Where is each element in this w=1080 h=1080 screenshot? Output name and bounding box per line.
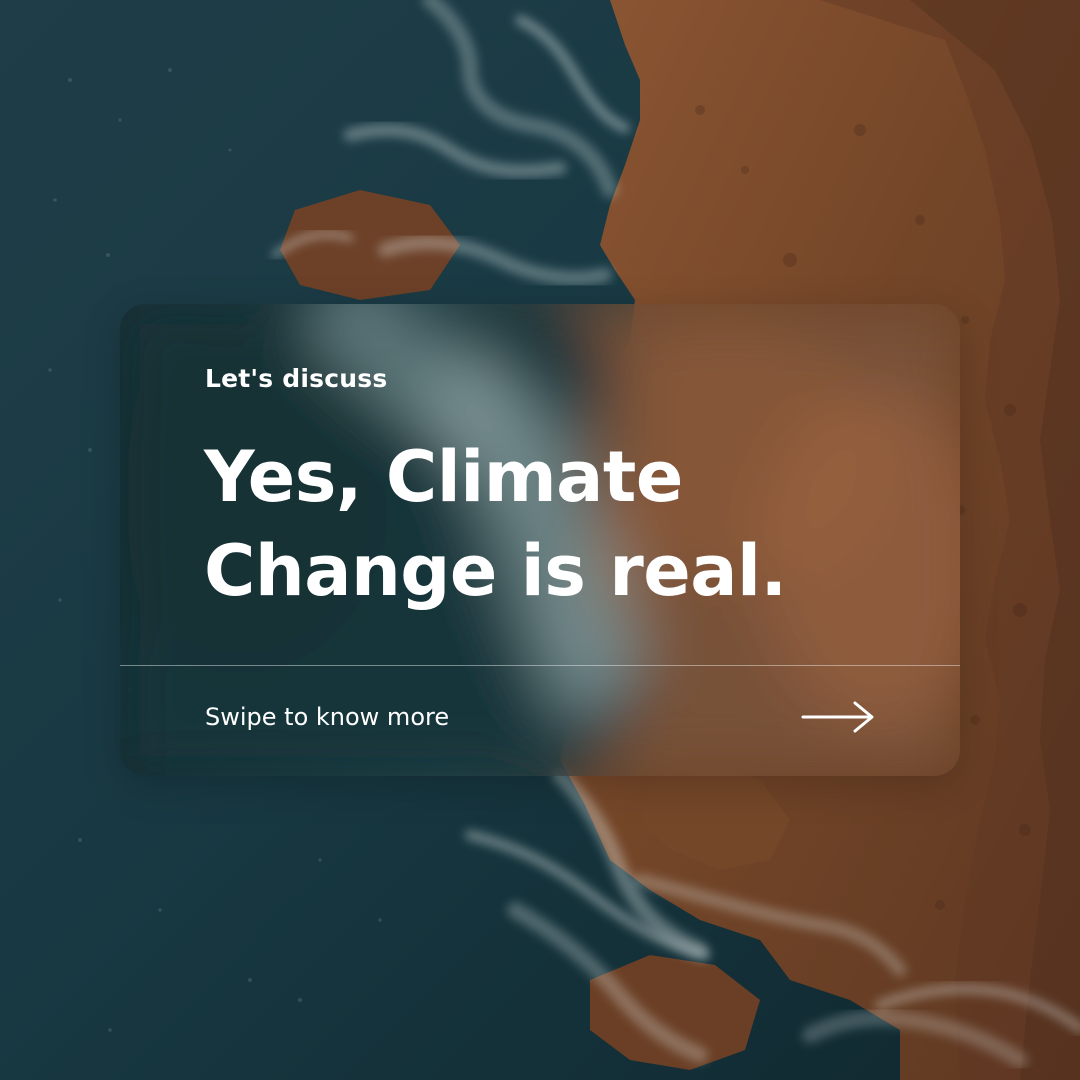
headline: Yes, Climate Change is real. xyxy=(204,436,787,612)
social-post-canvas: Let's discuss Yes, Climate Change is rea… xyxy=(0,0,1080,1080)
card-divider xyxy=(120,665,960,666)
eyebrow-text: Let's discuss xyxy=(205,364,388,393)
swipe-prompt: Swipe to know more xyxy=(205,703,450,731)
discussion-card[interactable]: Let's discuss Yes, Climate Change is rea… xyxy=(120,304,960,776)
arrow-right-icon[interactable] xyxy=(800,700,878,734)
